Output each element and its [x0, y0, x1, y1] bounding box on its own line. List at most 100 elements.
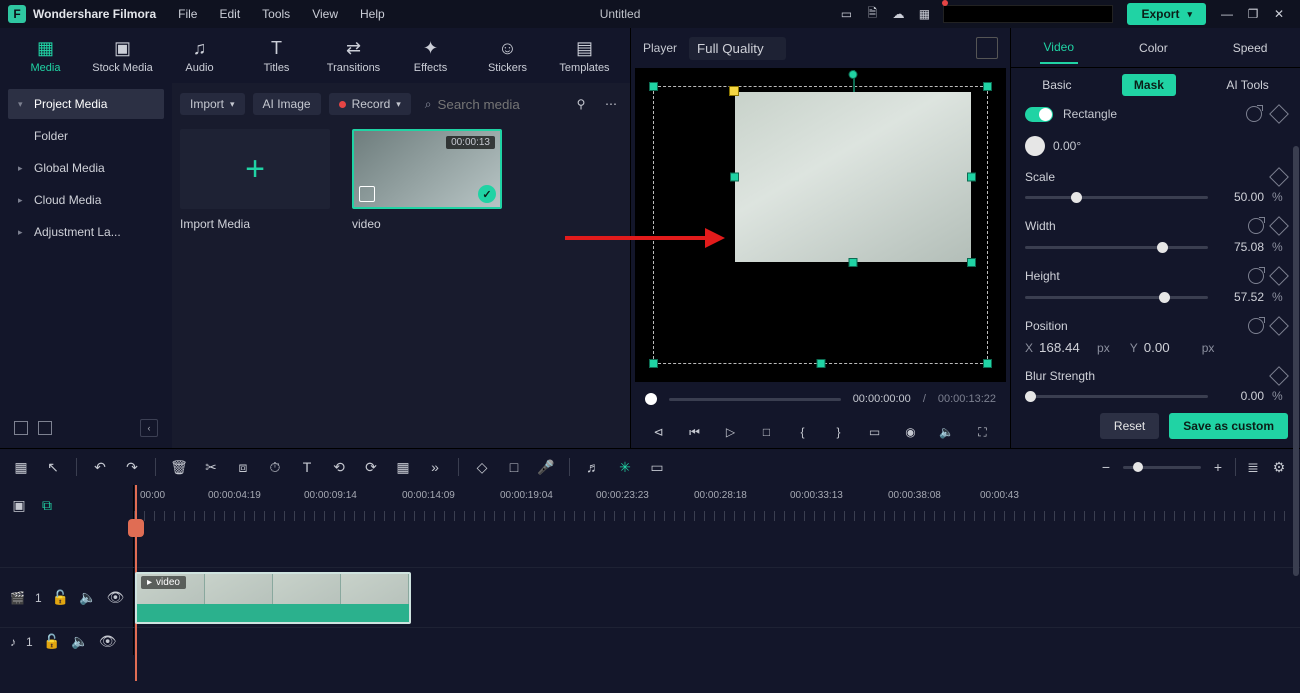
- rotate-right-icon[interactable]: ⟳: [362, 459, 380, 476]
- screen-icon[interactable]: ▭: [866, 425, 884, 439]
- tab-titles[interactable]: TTitles: [239, 38, 314, 74]
- track-mute-icon[interactable]: 🔈: [79, 589, 96, 606]
- handle-icon[interactable]: [967, 258, 976, 267]
- quality-select[interactable]: Full Quality: [689, 37, 786, 60]
- menu-file[interactable]: File: [178, 7, 197, 21]
- handle-icon[interactable]: [649, 359, 658, 368]
- text-icon[interactable]: T: [298, 459, 316, 475]
- redo-icon[interactable]: ↷: [123, 459, 141, 476]
- track-visible-icon[interactable]: 👁: [99, 633, 117, 650]
- height-slider[interactable]: [1025, 296, 1208, 299]
- keyframe-icon[interactable]: [1269, 266, 1289, 286]
- tree-global-media[interactable]: ▸Global Media: [8, 153, 164, 183]
- ai-image-button[interactable]: AI Image: [253, 93, 321, 115]
- rotate-left-icon[interactable]: ⟲: [330, 459, 348, 476]
- pos-x-input[interactable]: [1039, 340, 1091, 355]
- new-bin-icon[interactable]: [14, 421, 28, 435]
- track-lock-icon[interactable]: 🔓: [43, 633, 61, 650]
- settings-icon[interactable]: ⚙: [1270, 459, 1288, 476]
- delete-icon[interactable]: 🗑: [170, 459, 188, 476]
- blur-value[interactable]: 0.00: [1216, 389, 1264, 403]
- pos-y-input[interactable]: [1144, 340, 1196, 355]
- keyframe-icon[interactable]: [1269, 216, 1289, 236]
- zoom-in-icon[interactable]: +: [1209, 459, 1227, 475]
- search-input[interactable]: [438, 97, 556, 112]
- height-value[interactable]: 57.52: [1216, 290, 1264, 304]
- seek-handle[interactable]: [645, 393, 657, 405]
- tab-media[interactable]: ▦Media: [8, 38, 83, 74]
- tree-cloud-media[interactable]: ▸Cloud Media: [8, 185, 164, 215]
- tree-project-media[interactable]: ▾Project Media: [8, 89, 164, 119]
- cut-icon[interactable]: ✂: [202, 459, 220, 476]
- new-folder-icon[interactable]: [38, 421, 52, 435]
- undo-icon[interactable]: ↶: [91, 459, 109, 476]
- scale-value[interactable]: 50.00: [1216, 190, 1264, 204]
- mask-toggle[interactable]: [1025, 107, 1053, 122]
- timeline-clip[interactable]: ▸video: [135, 572, 411, 624]
- export-button[interactable]: Export ▾: [1127, 3, 1206, 25]
- cloud-icon[interactable]: ☁: [885, 1, 911, 27]
- insp-tab-video[interactable]: Video: [1040, 32, 1078, 64]
- link-icon[interactable]: ⧉: [38, 497, 56, 514]
- tab-stock-media[interactable]: ▣Stock Media: [85, 38, 160, 74]
- tab-audio[interactable]: ♫Audio: [162, 38, 237, 74]
- mixer-icon[interactable]: ♬: [584, 459, 602, 475]
- tree-folder[interactable]: Folder: [8, 121, 164, 151]
- keyframe-icon[interactable]: [1269, 366, 1289, 386]
- handle-icon[interactable]: [649, 82, 658, 91]
- menu-view[interactable]: View: [312, 7, 338, 21]
- seek-bar[interactable]: [669, 398, 841, 401]
- clip-import-media[interactable]: + Import Media: [180, 129, 330, 231]
- zoom-out-icon[interactable]: −: [1097, 459, 1115, 475]
- track-lock-icon[interactable]: 🔓: [52, 589, 69, 606]
- tab-transitions[interactable]: ⇄Transitions: [316, 38, 391, 74]
- step-back-icon[interactable]: ⏮: [686, 425, 704, 440]
- prev-frame-icon[interactable]: ⊲: [650, 425, 668, 439]
- layout-icon[interactable]: ≣: [1244, 459, 1262, 476]
- tl-grid-icon[interactable]: ▦: [12, 459, 30, 476]
- save-custom-button[interactable]: Save as custom: [1169, 413, 1288, 439]
- record-button[interactable]: Record▾: [329, 93, 411, 115]
- marker2-icon[interactable]: □: [505, 459, 523, 475]
- mic-icon[interactable]: 🎤: [537, 459, 555, 476]
- timeline-ruler[interactable]: 00:00 00:00:04:19 00:00:09:14 00:00:14:0…: [134, 485, 1300, 525]
- track-mute-icon[interactable]: 🔈: [71, 633, 89, 650]
- mark-in-icon[interactable]: {: [794, 425, 812, 439]
- play-icon[interactable]: ▷: [722, 425, 740, 439]
- track-add-icon[interactable]: ▣: [10, 497, 28, 514]
- scale-slider[interactable]: [1025, 196, 1208, 199]
- color-icon[interactable]: ▦: [394, 459, 412, 476]
- save-icon[interactable]: 🗎: [859, 1, 885, 27]
- mark-out-icon[interactable]: }: [830, 425, 848, 439]
- grid-icon[interactable]: ▦: [911, 1, 937, 27]
- auto-icon[interactable]: ✳: [616, 459, 634, 476]
- reset-icon[interactable]: [1248, 268, 1264, 284]
- more-icon[interactable]: ⋯: [600, 93, 622, 115]
- reset-icon[interactable]: [1248, 318, 1264, 334]
- blur-slider[interactable]: [1025, 395, 1208, 398]
- volume-icon[interactable]: 🔈: [938, 425, 956, 439]
- menu-tools[interactable]: Tools: [262, 7, 290, 21]
- camera-icon[interactable]: ◉: [902, 425, 920, 439]
- handle-icon[interactable]: [967, 173, 976, 182]
- fullscreen-icon[interactable]: ⛶: [974, 425, 992, 440]
- account-strip[interactable]: [943, 5, 1113, 23]
- tl-select-icon[interactable]: ↖: [44, 459, 62, 476]
- filter-icon[interactable]: ⚲: [570, 93, 592, 115]
- width-value[interactable]: 75.08: [1216, 240, 1264, 254]
- collapse-tree-icon[interactable]: ‹: [140, 419, 158, 437]
- rotation-dial[interactable]: [1025, 136, 1045, 156]
- insp-tab-speed[interactable]: Speed: [1229, 33, 1272, 63]
- reset-icon[interactable]: [1246, 106, 1262, 122]
- subtab-basic[interactable]: Basic: [1030, 74, 1083, 96]
- insp-tab-color[interactable]: Color: [1135, 33, 1172, 63]
- mask-rect[interactable]: [735, 92, 971, 262]
- crop-icon[interactable]: ⧈: [234, 459, 252, 476]
- width-slider[interactable]: [1025, 246, 1208, 249]
- tab-stickers[interactable]: ☺Stickers: [470, 38, 545, 74]
- reset-button[interactable]: Reset: [1100, 413, 1159, 439]
- subtab-mask[interactable]: Mask: [1122, 74, 1176, 96]
- clip-video[interactable]: 00:00:13 ✓ video: [352, 129, 502, 231]
- tab-templates[interactable]: ▤Templates: [547, 38, 622, 74]
- handle-icon[interactable]: [730, 173, 739, 182]
